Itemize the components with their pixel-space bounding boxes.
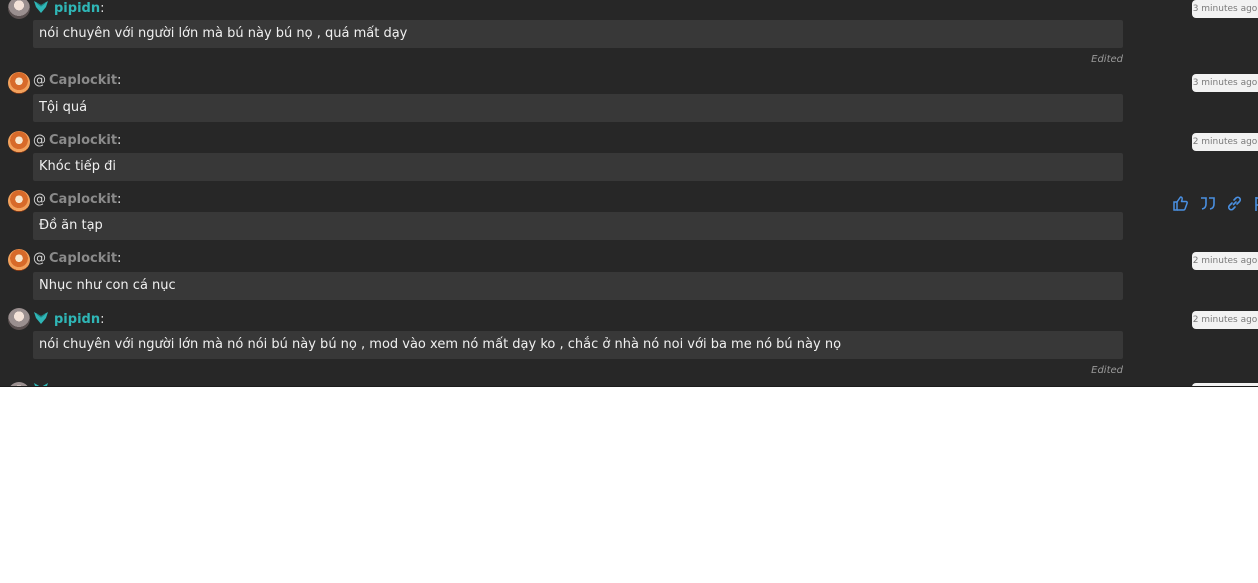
avatar[interactable] bbox=[8, 308, 30, 330]
message-text: Tội quá bbox=[33, 94, 1123, 122]
edited-label: Edited bbox=[1091, 365, 1123, 376]
name-separator: : bbox=[117, 192, 122, 207]
username-link[interactable]: Caplockit bbox=[49, 73, 117, 88]
mention-prefix: @ bbox=[33, 251, 46, 266]
chat-panel: pipidn: 3 minutes ago nói chuyên với ngư… bbox=[0, 0, 1258, 387]
name-separator: : bbox=[100, 312, 105, 327]
timestamp-partial bbox=[1192, 383, 1258, 386]
quote-icon[interactable] bbox=[1199, 195, 1216, 212]
timestamp: 2 minutes ago bbox=[1192, 252, 1258, 270]
edited-label: Edited bbox=[1091, 54, 1123, 65]
message-text: Đồ ăn tạp bbox=[33, 212, 1123, 240]
avatar[interactable] bbox=[8, 0, 30, 19]
thumbs-up-icon[interactable] bbox=[1172, 195, 1189, 212]
link-icon[interactable] bbox=[1226, 195, 1243, 212]
message-header: @ Caplockit: bbox=[33, 133, 121, 149]
timestamp: 2 minutes ago bbox=[1192, 133, 1258, 151]
username-link[interactable]: Caplockit bbox=[49, 192, 117, 207]
message-text: nói chuyên với người lớn mà nó nói bú nà… bbox=[33, 331, 1123, 359]
rank-badge-icon bbox=[34, 312, 48, 324]
flag-icon[interactable] bbox=[1253, 195, 1258, 212]
message-text: nói chuyên với người lớn mà bú này bú nọ… bbox=[33, 20, 1123, 48]
timestamp: 2 minutes ago bbox=[1192, 311, 1258, 329]
message-text: Khóc tiếp đi bbox=[33, 153, 1123, 181]
name-separator: : bbox=[100, 1, 105, 16]
message-header: @ Caplockit: bbox=[33, 73, 121, 89]
avatar[interactable] bbox=[8, 72, 30, 94]
message-header: pipidn: bbox=[33, 0, 104, 16]
avatar[interactable] bbox=[8, 249, 30, 271]
timestamp: 3 minutes ago bbox=[1192, 0, 1258, 18]
name-separator: : bbox=[117, 251, 122, 266]
name-separator: : bbox=[117, 73, 122, 88]
message-text: Nhục như con cá nục bbox=[33, 272, 1123, 300]
message-actions bbox=[1172, 195, 1258, 213]
message-header: @ Caplockit: bbox=[33, 192, 121, 208]
mention-prefix: @ bbox=[33, 192, 46, 207]
mention-prefix: @ bbox=[33, 73, 46, 88]
avatar[interactable] bbox=[8, 382, 30, 386]
rank-badge-icon bbox=[34, 1, 48, 13]
name-separator: : bbox=[117, 133, 122, 148]
timestamp: 3 minutes ago bbox=[1192, 74, 1258, 92]
username-link[interactable]: pipidn bbox=[54, 312, 100, 327]
username-link[interactable]: Caplockit bbox=[49, 133, 117, 148]
message-header: pipidn: bbox=[33, 311, 104, 327]
avatar[interactable] bbox=[8, 131, 30, 153]
username-link[interactable]: Caplockit bbox=[49, 251, 117, 266]
rank-badge-icon bbox=[34, 383, 48, 386]
avatar[interactable] bbox=[8, 190, 30, 212]
username-link[interactable]: pipidn bbox=[54, 1, 100, 16]
message-header: @ Caplockit: bbox=[33, 251, 121, 267]
mention-prefix: @ bbox=[33, 133, 46, 148]
